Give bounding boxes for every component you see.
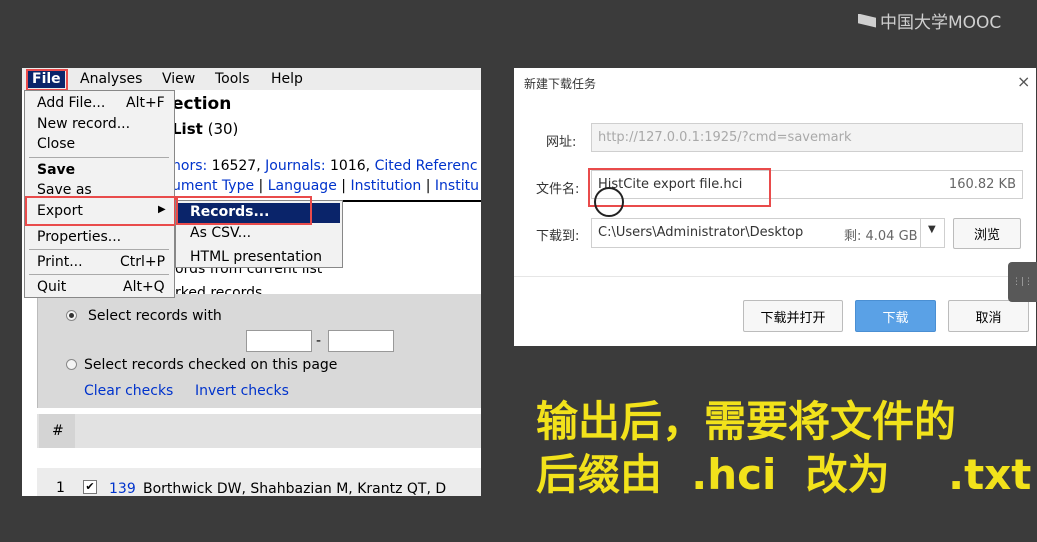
menu-accel-print: Ctrl+P	[120, 254, 166, 270]
link-institution-country[interactable]: Institu	[435, 178, 479, 194]
menu-item-quit[interactable]: Quit	[37, 279, 66, 295]
menu-item-add-file[interactable]: Add File...	[37, 95, 105, 111]
menu-item-new-record[interactable]: New record...	[37, 116, 130, 132]
file-size: 160.82 KB	[948, 177, 1016, 192]
range-dash: -	[316, 333, 322, 349]
menu-analyses[interactable]: Analyses	[80, 71, 142, 87]
radio-select-with[interactable]	[66, 310, 77, 321]
menu-item-close[interactable]: Close	[37, 136, 75, 152]
row-number: 1	[56, 480, 65, 496]
chevron-down-icon[interactable]: ▼	[928, 224, 936, 235]
mooc-logo: 中国大学MOOC	[858, 8, 1001, 33]
menu-help[interactable]: Help	[271, 71, 303, 87]
cancel-button[interactable]: 取消	[948, 300, 1029, 332]
col-hash: #	[52, 423, 64, 439]
caption-line-1: 输出后，需要将文件的	[536, 397, 957, 446]
close-icon[interactable]: ×	[1017, 72, 1030, 91]
link-institution[interactable]: Institution	[350, 178, 421, 194]
download-dialog: 新建下载任务 × 网址: http://127.0.0.1:1925/?cmd=…	[514, 68, 1036, 346]
url-value: http://127.0.0.1:1925/?cmd=savemark	[598, 130, 852, 145]
list-label: List	[172, 120, 203, 138]
free-space: 剩: 4.04 GB	[844, 229, 918, 244]
select-with-label: Select records with	[88, 308, 222, 324]
menu-tools[interactable]: Tools	[215, 71, 250, 87]
menu-accel-quit: Alt+Q	[123, 279, 165, 295]
menu-separator	[29, 157, 169, 158]
download-button[interactable]: 下载	[855, 300, 936, 332]
records-highlight-box	[176, 196, 312, 225]
selection-panel: Select records with - Select records che…	[37, 294, 481, 408]
table-row: 1 ✔ 139 Borthwick DW, Shahbazian M, Kran…	[37, 468, 481, 496]
menu-item-properties[interactable]: Properties...	[37, 229, 121, 245]
saveto-label: 下载到:	[536, 229, 580, 244]
caption-line-2: 后缀由 .hci 改为 .txt	[536, 450, 1032, 499]
table-header: #	[37, 414, 481, 448]
mooc-logo-icon	[858, 13, 876, 28]
row-checkbox[interactable]: ✔	[83, 480, 97, 494]
stat-journals-value: 1016,	[330, 158, 371, 174]
menu-separator	[29, 249, 169, 250]
mooc-logo-text: 中国大学MOOC	[880, 13, 1002, 33]
dialog-title: 新建下载任务	[524, 77, 597, 91]
download-open-button[interactable]: 下载并打开	[743, 300, 843, 332]
stat-authors-link[interactable]: hors:	[172, 158, 207, 174]
file-highlight-box	[26, 69, 68, 91]
row-record-link[interactable]: 139	[109, 481, 136, 496]
invert-checks-link[interactable]: Invert checks	[195, 383, 289, 399]
list-count: (30)	[207, 120, 239, 138]
submenu-item-html[interactable]: HTML presentation	[190, 249, 322, 265]
saveto-path: C:\Users\Administrator\Desktop	[598, 225, 804, 240]
file-menu: Add File... Alt+F New record... Close Sa…	[24, 90, 175, 298]
select-checked-label: Select records checked on this page	[84, 357, 338, 373]
saveto-field[interactable]: C:\Users\Administrator\Desktop 剩: 4.04 G…	[591, 218, 945, 248]
link-language[interactable]: Language	[268, 178, 337, 194]
url-label: 网址:	[546, 135, 577, 150]
audio-wave-icon: ⋮|⋮	[1011, 277, 1034, 287]
submenu-item-csv[interactable]: As CSV...	[190, 225, 251, 241]
menu-view[interactable]: View	[162, 71, 195, 87]
side-tab[interactable]: ⋮|⋮	[1008, 262, 1037, 302]
stat-cited-link[interactable]: Cited Referenc	[375, 158, 478, 174]
menu-accel-add-file: Alt+F	[126, 95, 165, 111]
menu-item-print[interactable]: Print...	[37, 254, 83, 270]
collection-title: ection	[172, 94, 232, 114]
stat-journals-link[interactable]: Journals:	[265, 158, 325, 174]
url-field: http://127.0.0.1:1925/?cmd=savemark	[591, 123, 1023, 152]
stat-authors-value: 16527,	[211, 158, 261, 174]
range-to-input[interactable]	[328, 330, 394, 352]
clear-checks-link[interactable]: Clear checks	[84, 383, 173, 399]
radio-select-checked[interactable]	[66, 359, 77, 370]
link-document-type[interactable]: ument Type	[172, 178, 254, 194]
list-title: List (30)	[172, 120, 238, 138]
index-links: ument Type | Language | Institution | In…	[172, 178, 479, 194]
browse-button[interactable]: 浏览	[953, 218, 1021, 249]
cursor-circle-icon	[594, 187, 624, 217]
menu-bar: File Analyses View Tools Help	[22, 68, 481, 90]
collection-stats: hors: 16527, Journals: 1016, Cited Refer…	[172, 158, 478, 174]
menu-separator	[29, 274, 169, 275]
menu-item-save[interactable]: Save	[37, 162, 75, 178]
range-from-input[interactable]	[246, 330, 312, 352]
filename-label: 文件名:	[536, 182, 580, 197]
export-highlight-box	[25, 196, 176, 226]
row-authors: Borthwick DW, Shahbazian M, Krantz QT, D	[143, 481, 447, 496]
